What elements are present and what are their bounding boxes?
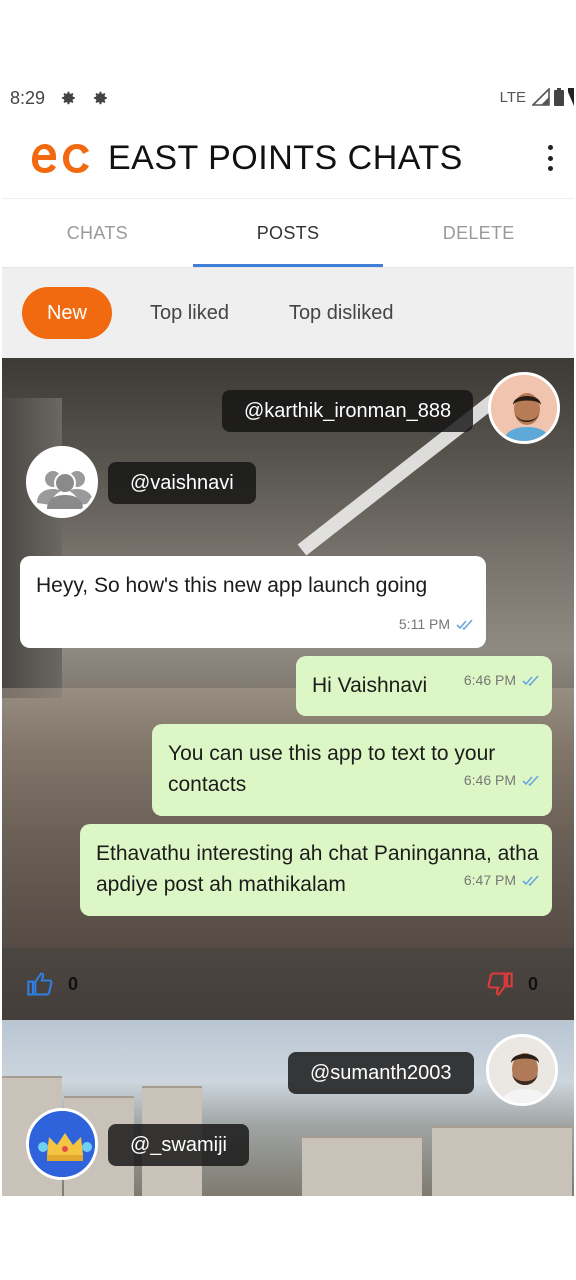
status-indicators: LTE — [500, 87, 574, 107]
double-check-icon — [456, 618, 473, 630]
filter-new[interactable]: New — [22, 287, 112, 339]
phone-screen: 8:29 LTE EAST POINTS CHATS CHATS POSTS D… — [2, 78, 574, 1196]
receiver-handle: @vaishnavi — [108, 462, 256, 504]
receiver-handle: @_swamiji — [108, 1124, 249, 1166]
message-meta: 6:46 PM — [464, 665, 540, 696]
double-check-icon — [522, 874, 539, 886]
message-meta: 6:47 PM — [464, 865, 540, 896]
post-card[interactable]: @karthik_ironman_888 @vaishnavi Heyy, So… — [2, 358, 574, 1020]
network-type: LTE — [499, 88, 526, 106]
background-building — [302, 1136, 422, 1196]
status-bar: 8:29 LTE — [2, 78, 574, 118]
sender-avatar[interactable] — [488, 372, 560, 444]
thumbs-down-icon[interactable] — [486, 970, 514, 998]
settings-icon — [62, 91, 75, 105]
double-check-icon — [522, 674, 539, 686]
message-time: 6:47 PM — [463, 872, 516, 888]
message-time: 6:46 PM — [463, 672, 516, 688]
settings-icon — [94, 91, 107, 105]
sender-handle: @sumanth2003 — [288, 1052, 474, 1094]
more-options-icon[interactable] — [540, 142, 560, 174]
app-logo — [32, 144, 89, 173]
message-meta: 6:46 PM — [464, 765, 540, 796]
message-time: 5:11 PM — [398, 616, 450, 632]
receiver-avatar[interactable] — [26, 1108, 98, 1180]
filter-top-disliked[interactable]: Top disliked — [271, 287, 412, 339]
dislikes-count: 0 — [527, 973, 538, 994]
status-time: 8:29 — [10, 87, 46, 108]
sender-avatar[interactable] — [486, 1034, 558, 1106]
background-wall — [2, 398, 62, 698]
double-check-icon — [522, 774, 539, 786]
message-bubble-sent: Hi Vaishnavi 6:46 PM — [296, 656, 552, 716]
tab-posts[interactable]: POSTS — [192, 199, 384, 267]
background-building — [432, 1126, 572, 1196]
filter-top-liked[interactable]: Top liked — [132, 287, 247, 339]
message-bubble-received: Heyy, So how's this new app launch going… — [20, 556, 486, 648]
message-bubble-sent: Ethavathu interesting ah chat Paninganna… — [80, 824, 552, 916]
likes-count: 0 — [68, 973, 79, 994]
signal-icon — [532, 88, 550, 106]
post-filter-bar: New Top liked Top disliked — [2, 268, 574, 358]
message-meta: 5:11 PM — [399, 609, 474, 640]
message-bubble-sent: You can use this app to text to your con… — [152, 724, 552, 816]
message-text: Heyy, So how's this new app launch going — [36, 574, 428, 597]
battery-icon — [554, 88, 564, 106]
reaction-bar: 0 0 — [2, 948, 574, 1020]
signal-edge-icon — [568, 88, 574, 106]
tab-chats[interactable]: CHATS — [2, 199, 193, 267]
receiver-avatar[interactable] — [26, 446, 98, 518]
tab-delete[interactable]: DELETE — [383, 199, 574, 267]
post-card[interactable]: @sumanth2003 @_swamiji — [2, 1020, 574, 1196]
app-title: EAST POINTS CHATS — [108, 138, 463, 177]
app-bar: EAST POINTS CHATS — [2, 118, 574, 198]
tab-bar: CHATS POSTS DELETE — [2, 198, 574, 268]
message-time: 6:46 PM — [463, 772, 516, 788]
sender-handle: @karthik_ironman_888 — [222, 390, 474, 432]
thumbs-up-icon[interactable] — [26, 970, 54, 998]
